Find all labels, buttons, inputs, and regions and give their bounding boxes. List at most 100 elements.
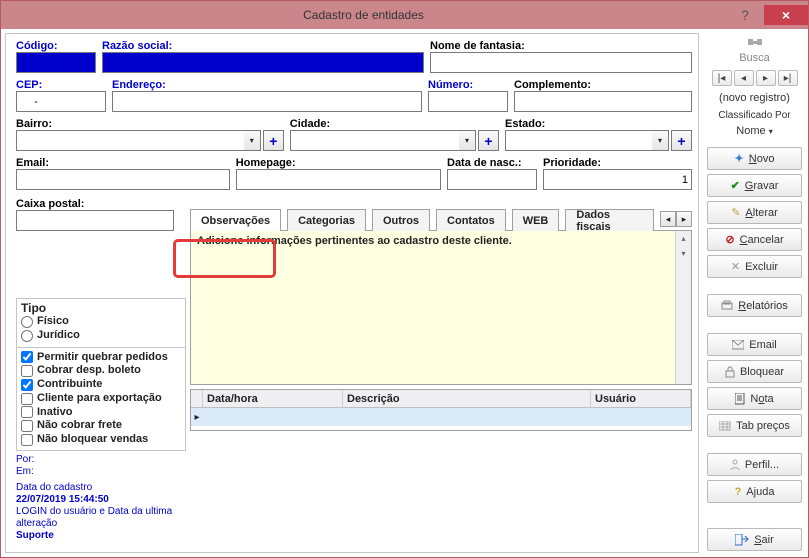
alterar-button[interactable]: ✎Alterar: [707, 201, 802, 224]
help-button[interactable]: ?: [726, 5, 764, 25]
relatorios-button[interactable]: Relatórios: [707, 294, 802, 317]
binoculars-icon: [746, 35, 764, 49]
sair-button[interactable]: Sair: [707, 528, 802, 551]
scroll-up-icon[interactable]: ▴: [676, 231, 691, 246]
email-input[interactable]: [16, 169, 230, 190]
tabprecos-button[interactable]: Tab preços: [707, 414, 802, 437]
meta-em: Em:: [16, 466, 186, 478]
perfil-button[interactable]: Perfil...: [707, 453, 802, 476]
homepage-input[interactable]: [236, 169, 441, 190]
nav-prev-button[interactable]: ◂: [734, 70, 754, 86]
check-export[interactable]: Cliente para exportação: [21, 392, 181, 406]
tab-observacoes[interactable]: Observações: [190, 209, 281, 231]
chevron-down-icon[interactable]: ▾: [244, 130, 261, 151]
complemento-input[interactable]: [514, 91, 692, 112]
observacoes-memo[interactable]: Adicione informações pertinentes ao cada…: [191, 231, 675, 384]
lock-icon: [725, 366, 735, 378]
busca-label[interactable]: Busca: [707, 52, 802, 64]
row-indicator-icon: ▸: [191, 412, 203, 423]
check-boleto[interactable]: Cobrar desp. boleto: [21, 364, 181, 378]
grid-col-datahora[interactable]: Data/hora: [203, 390, 343, 407]
check-frete[interactable]: Não cobrar frete: [21, 419, 181, 433]
meta-suporte: Suporte: [16, 530, 186, 542]
radio-fisico[interactable]: Físico: [21, 315, 181, 329]
ajuda-button[interactable]: ?Ajuda: [707, 480, 802, 503]
grid-col-usuario[interactable]: Usuário: [591, 390, 691, 407]
excluir-button[interactable]: ✕Excluir: [707, 255, 802, 278]
numero-input[interactable]: [428, 91, 508, 112]
cancelar-button[interactable]: ⊘Cancelar: [707, 228, 802, 251]
printer-icon: [721, 300, 733, 312]
table-icon: [719, 421, 731, 431]
grid-row[interactable]: ▸: [191, 408, 691, 426]
nav-last-button[interactable]: ▸|: [778, 70, 798, 86]
label-cidade: Cidade:: [290, 118, 499, 130]
tab-web[interactable]: WEB: [512, 209, 560, 231]
meta-data-label: Data do cadastro: [16, 482, 186, 494]
observacoes-grid: Data/hora Descrição Usuário ▸: [190, 389, 692, 431]
novo-button[interactable]: ✦Novo: [707, 147, 802, 170]
titlebar: Cadastro de entidades ? ×: [1, 1, 808, 29]
chevron-down-icon[interactable]: ▾: [652, 130, 669, 151]
registro-status: (novo registro): [707, 92, 802, 104]
label-email: Email:: [16, 157, 230, 169]
scroll-down-icon[interactable]: ▾: [676, 246, 691, 261]
datanasc-input[interactable]: [447, 169, 537, 190]
label-datanasc: Data de nasc.:: [447, 157, 537, 169]
tab-scroll-left[interactable]: ◂: [660, 211, 676, 227]
check-bloquear[interactable]: Não bloquear vendas: [21, 433, 181, 447]
radio-juridico[interactable]: Jurídico: [21, 329, 181, 343]
meta-por: Por:: [16, 454, 186, 466]
label-numero: Número:: [428, 79, 508, 91]
meta-data-value: 22/07/2019 15:44:50: [16, 494, 186, 506]
estado-combo[interactable]: [505, 130, 652, 151]
check-inativo[interactable]: Inativo: [21, 406, 181, 420]
bloquear-button[interactable]: Bloquear: [707, 360, 802, 383]
nota-button[interactable]: Nota: [707, 387, 802, 410]
label-homepage: Homepage:: [236, 157, 441, 169]
label-prioridade: Prioridade:: [543, 157, 692, 169]
add-bairro-button[interactable]: +: [263, 130, 284, 151]
check-quebrar[interactable]: Permitir quebrar pedidos: [21, 351, 181, 365]
caixa-input[interactable]: [16, 210, 174, 231]
prioridade-input[interactable]: [543, 169, 692, 190]
class-value[interactable]: Nome ▾: [707, 125, 802, 137]
class-label: Classificado Por: [707, 110, 802, 121]
label-cep: CEP:: [16, 79, 106, 91]
codigo-input[interactable]: [16, 52, 96, 73]
profile-icon: [730, 459, 740, 471]
close-button[interactable]: ×: [764, 5, 808, 25]
bairro-combo[interactable]: [16, 130, 244, 151]
label-bairro: Bairro:: [16, 118, 284, 130]
nav-first-button[interactable]: |◂: [712, 70, 732, 86]
label-caixa: Caixa postal:: [16, 198, 174, 210]
fantasia-input[interactable]: [430, 52, 692, 73]
cidade-combo[interactable]: [290, 130, 459, 151]
exit-icon: [735, 534, 749, 546]
check-contribuinte[interactable]: Contribuinte: [21, 378, 181, 392]
mail-icon: [732, 340, 744, 350]
memo-scrollbar[interactable]: ▴ ▾: [675, 231, 691, 384]
label-complemento: Complemento:: [514, 79, 692, 91]
main-form: Código: Razão social: Nome de fantasia: …: [5, 33, 699, 553]
email-button[interactable]: Email: [707, 333, 802, 356]
tab-scroll-right[interactable]: ▸: [676, 211, 692, 227]
document-icon: [735, 393, 745, 405]
label-endereco: Endereço:: [112, 79, 422, 91]
tab-contatos[interactable]: Contatos: [436, 209, 506, 231]
razao-input[interactable]: [102, 52, 424, 73]
tab-categorias[interactable]: Categorias: [287, 209, 366, 231]
label-codigo: Código:: [16, 40, 96, 52]
add-cidade-button[interactable]: +: [478, 130, 499, 151]
grid-col-descricao[interactable]: Descrição: [343, 390, 591, 407]
window-title: Cadastro de entidades: [1, 8, 726, 22]
endereco-input[interactable]: [112, 91, 422, 112]
tab-outros[interactable]: Outros: [372, 209, 430, 231]
gravar-button[interactable]: ✔Gravar: [707, 174, 802, 197]
tab-dadosfiscais[interactable]: Dados fiscais: [565, 209, 654, 231]
chevron-down-icon[interactable]: ▾: [459, 130, 476, 151]
nav-next-button[interactable]: ▸: [756, 70, 776, 86]
cep-input[interactable]: [16, 91, 106, 112]
add-estado-button[interactable]: +: [671, 130, 692, 151]
label-fantasia: Nome de fantasia:: [430, 40, 692, 52]
